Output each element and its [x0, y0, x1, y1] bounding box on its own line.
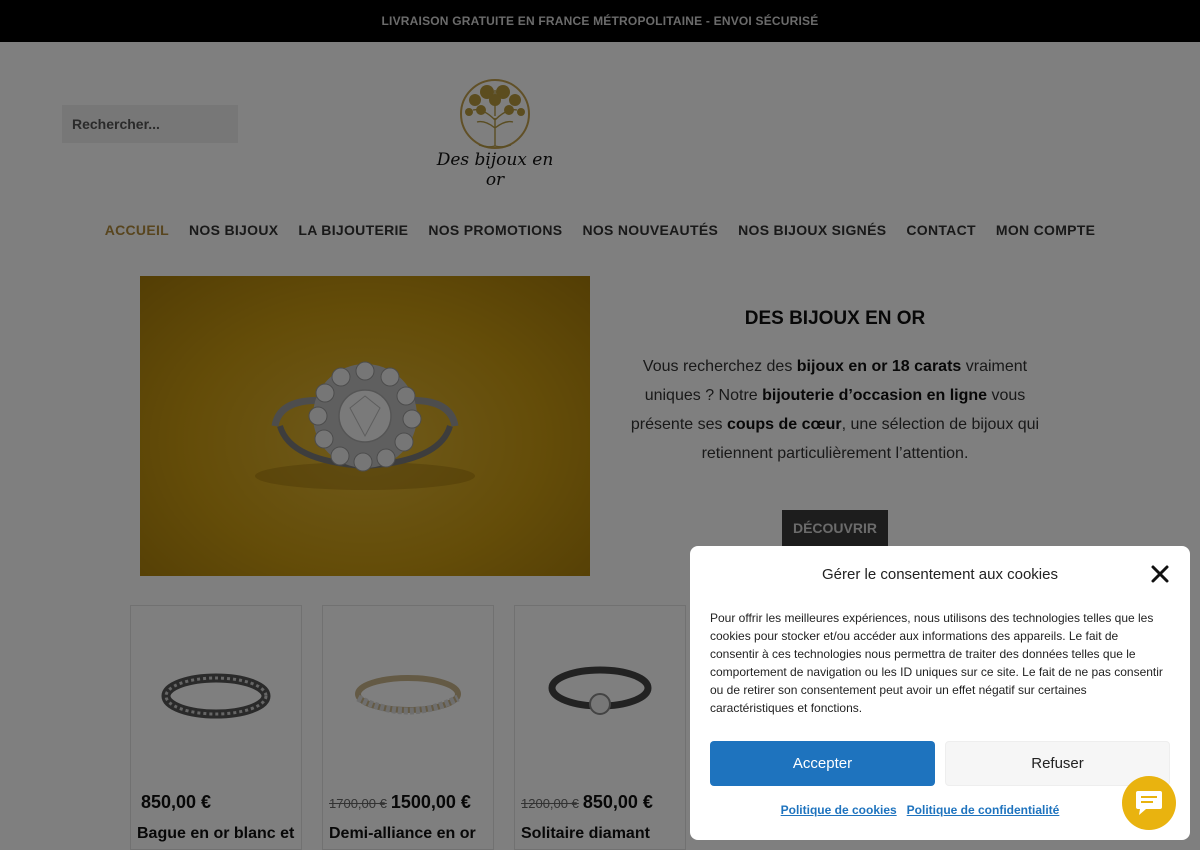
chat-icon [1136, 791, 1162, 815]
close-icon[interactable] [1150, 564, 1170, 584]
cookie-consent-dialog: Gérer le consentement aux cookies Pour o… [690, 546, 1190, 840]
accept-button[interactable]: Accepter [710, 741, 935, 786]
cookie-dialog-title: Gérer le consentement aux cookies [822, 566, 1058, 583]
cookie-dialog-text: Pour offrir les meilleures expériences, … [710, 611, 1163, 715]
cookie-policy-link[interactable]: Politique de cookies [781, 803, 897, 817]
policy-links: Politique de cookies Politique de confid… [690, 803, 1190, 817]
chat-button[interactable] [1122, 776, 1176, 830]
privacy-policy-link[interactable]: Politique de confidentialité [907, 803, 1060, 817]
